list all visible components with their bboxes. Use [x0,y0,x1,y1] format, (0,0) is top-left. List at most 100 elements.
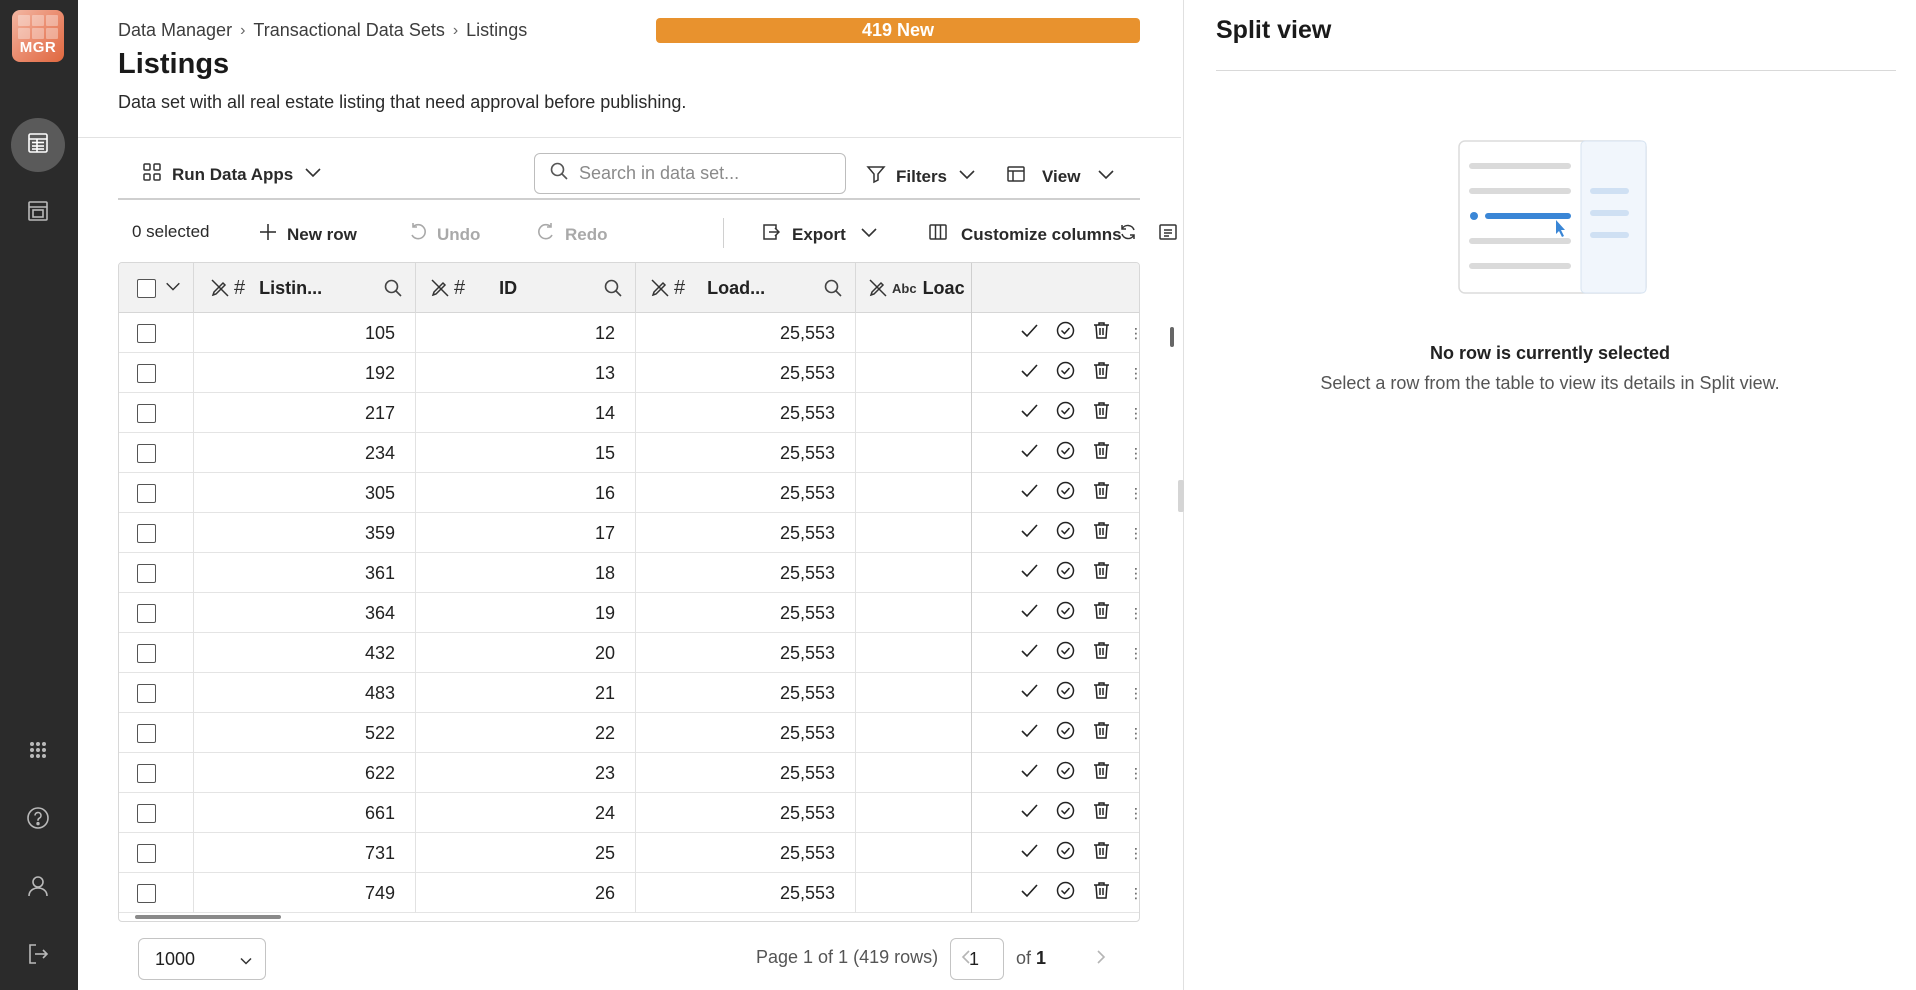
run-data-apps-button[interactable]: Run Data Apps [142,162,323,187]
reports-nav-button[interactable] [11,186,65,240]
id-cell[interactable]: 15 [416,433,636,473]
listing-cell[interactable]: 432 [194,633,416,673]
table-row[interactable]: 1921325,553 ⋮ [119,353,1139,393]
row-checkbox[interactable] [137,883,156,903]
row-checkbox[interactable] [137,683,156,703]
load-cell[interactable]: 25,553 [636,593,856,633]
delete-icon[interactable] [1091,640,1112,666]
column-header-id[interactable]: # ID [416,263,636,313]
delete-icon[interactable] [1091,600,1112,626]
search-icon[interactable] [823,278,843,303]
approve-check-icon[interactable] [1019,640,1040,666]
load-cell[interactable]: 25,553 [636,713,856,753]
listing-cell[interactable]: 105 [194,313,416,353]
row-checkbox[interactable] [137,723,156,743]
row-checkbox[interactable] [137,363,156,383]
search-input[interactable] [579,163,819,184]
row-checkbox[interactable] [137,483,156,503]
more-options-icon[interactable]: ⋮ [1129,405,1139,421]
undo-button[interactable]: Undo [408,222,480,247]
export-button[interactable]: Export [760,222,879,247]
load-text-cell[interactable] [856,713,972,753]
approve-check-icon[interactable] [1019,880,1040,906]
row-checkbox[interactable] [137,323,156,343]
load-cell[interactable]: 25,553 [636,833,856,873]
more-options-icon[interactable]: ⋮ [1129,765,1139,781]
row-checkbox[interactable] [137,563,156,583]
delete-icon[interactable] [1091,320,1112,346]
more-options-icon[interactable]: ⋮ [1129,725,1139,741]
app-logo[interactable]: MGR [12,10,64,62]
row-checkbox[interactable] [137,843,156,863]
id-cell[interactable]: 21 [416,673,636,713]
approve-circle-icon[interactable] [1055,520,1076,546]
load-text-cell[interactable] [856,833,972,873]
approve-circle-icon[interactable] [1055,680,1076,706]
approve-check-icon[interactable] [1019,520,1040,546]
more-options-icon[interactable]: ⋮ [1129,605,1139,621]
approve-circle-icon[interactable] [1055,640,1076,666]
more-options-icon[interactable]: ⋮ [1129,845,1139,861]
approve-check-icon[interactable] [1019,440,1040,466]
load-cell[interactable]: 25,553 [636,793,856,833]
refresh-button[interactable] [1118,222,1138,247]
listing-cell[interactable]: 192 [194,353,416,393]
breadcrumb-item[interactable]: Data Manager [118,20,232,41]
table-row[interactable]: 1051225,553 ⋮ [119,313,1139,353]
delete-icon[interactable] [1091,560,1112,586]
delete-icon[interactable] [1091,720,1112,746]
table-row[interactable]: 3591725,553 ⋮ [119,513,1139,553]
load-cell[interactable]: 25,553 [636,633,856,673]
listing-cell[interactable]: 217 [194,393,416,433]
table-row[interactable]: 7312525,553 ⋮ [119,833,1139,873]
listing-cell[interactable]: 522 [194,713,416,753]
id-cell[interactable]: 20 [416,633,636,673]
id-cell[interactable]: 19 [416,593,636,633]
more-options-icon[interactable]: ⋮ [1129,525,1139,541]
data-sets-nav-button[interactable] [11,118,65,172]
approve-check-icon[interactable] [1019,600,1040,626]
load-cell[interactable]: 25,553 [636,313,856,353]
new-rows-badge[interactable]: 419 New [656,18,1140,43]
load-text-cell[interactable] [856,513,972,553]
delete-icon[interactable] [1091,520,1112,546]
approve-circle-icon[interactable] [1055,760,1076,786]
listing-cell[interactable]: 364 [194,593,416,633]
current-page-input[interactable]: 1 [950,938,1004,980]
search-icon[interactable] [603,278,623,303]
table-row[interactable]: 2341525,553 ⋮ [119,433,1139,473]
view-button[interactable]: View [1006,164,1116,189]
search-icon[interactable] [383,278,403,303]
column-header-load-text[interactable]: Abc Loac [856,263,972,313]
next-page-button[interactable] [1091,948,1109,971]
listing-cell[interactable]: 234 [194,433,416,473]
approve-circle-icon[interactable] [1055,600,1076,626]
load-cell[interactable]: 25,553 [636,433,856,473]
approve-circle-icon[interactable] [1055,400,1076,426]
table-row[interactable]: 4832125,553 ⋮ [119,673,1139,713]
table-row[interactable]: 7492625,553 ⋮ [119,873,1139,913]
id-cell[interactable]: 16 [416,473,636,513]
delete-icon[interactable] [1091,480,1112,506]
more-options-icon[interactable]: ⋮ [1129,805,1139,821]
load-text-cell[interactable] [856,433,972,473]
apps-nav-button[interactable] [11,725,65,779]
id-cell[interactable]: 23 [416,753,636,793]
id-cell[interactable]: 24 [416,793,636,833]
approve-circle-icon[interactable] [1055,560,1076,586]
listing-cell[interactable]: 622 [194,753,416,793]
id-cell[interactable]: 17 [416,513,636,553]
more-options-icon[interactable]: ⋮ [1129,565,1139,581]
table-row[interactable]: 5222225,553 ⋮ [119,713,1139,753]
approve-check-icon[interactable] [1019,400,1040,426]
listing-cell[interactable]: 305 [194,473,416,513]
row-checkbox[interactable] [137,443,156,463]
chevron-down-icon[interactable] [164,277,182,300]
load-cell[interactable]: 25,553 [636,753,856,793]
row-checkbox[interactable] [137,803,156,823]
search-field[interactable] [534,153,846,194]
approve-circle-icon[interactable] [1055,360,1076,386]
row-checkbox[interactable] [137,403,156,423]
row-checkbox[interactable] [137,643,156,663]
table-row[interactable]: 6222325,553 ⋮ [119,753,1139,793]
